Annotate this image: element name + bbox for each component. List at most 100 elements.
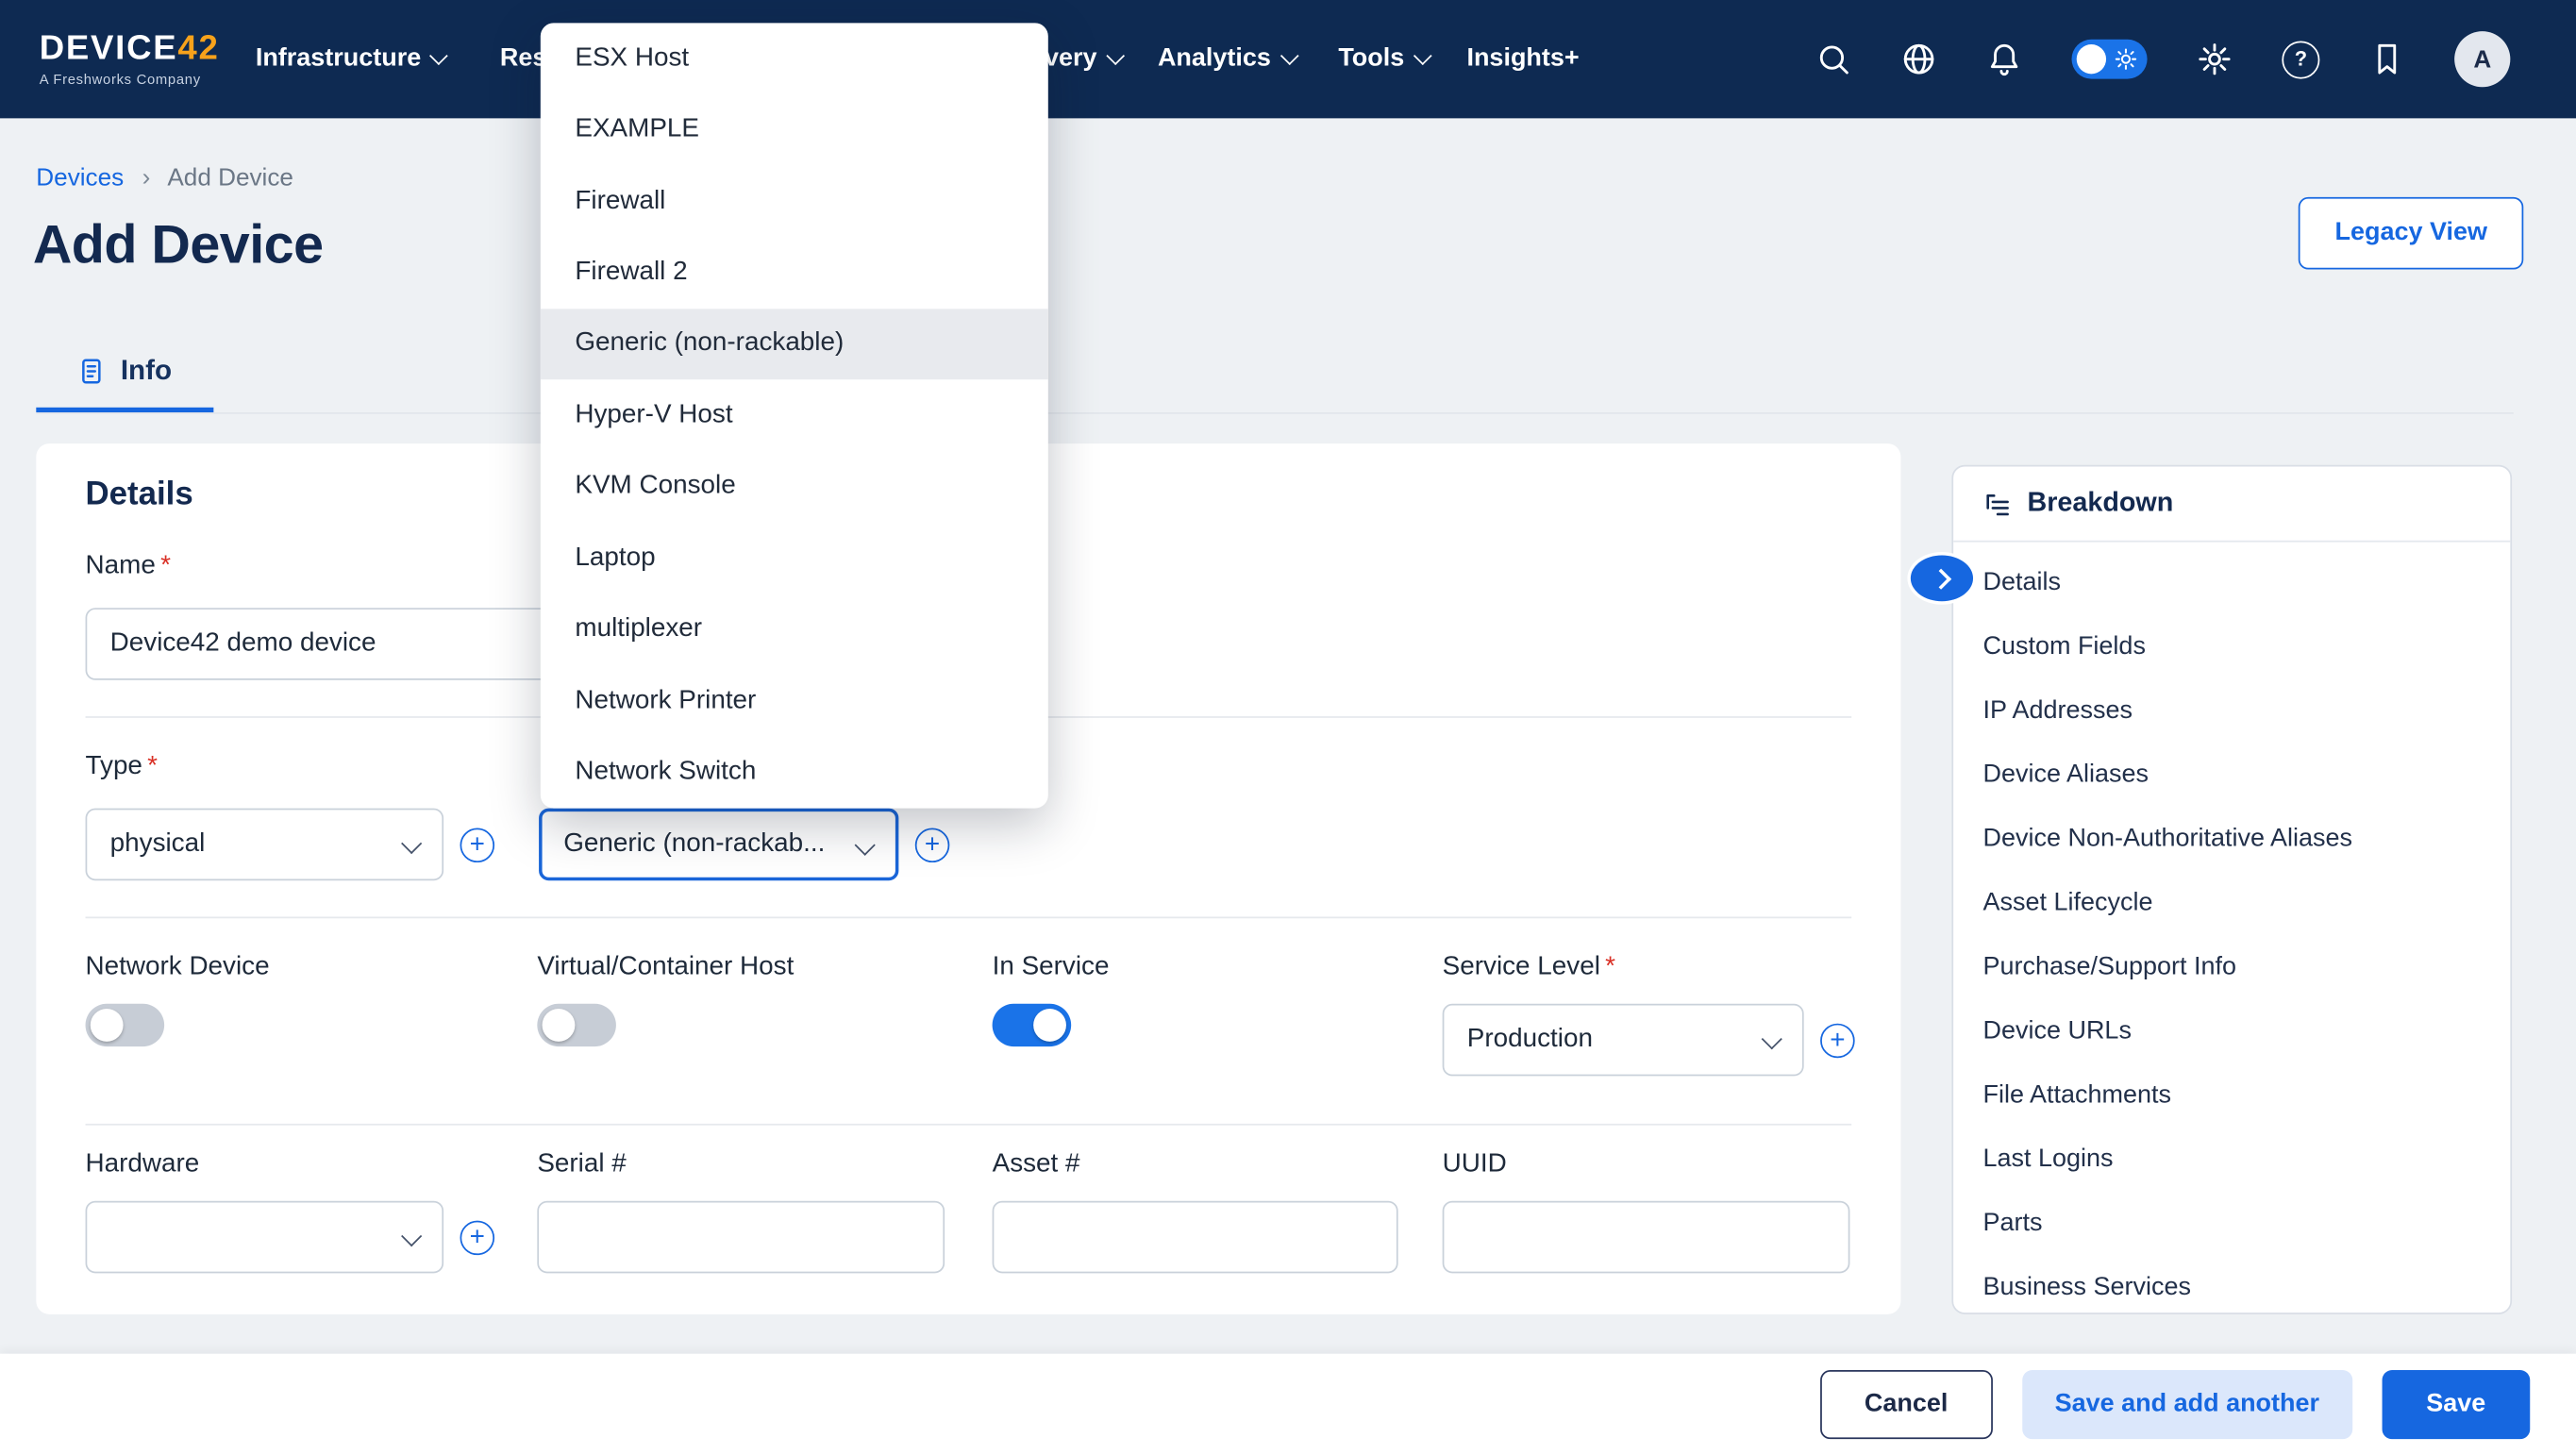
breakdown-item[interactable]: Asset Lifecycle xyxy=(1953,871,2510,935)
service-level-value: Production xyxy=(1467,1025,1593,1054)
breakdown-item[interactable]: Device Non-Authoritative Aliases xyxy=(1953,807,2510,871)
uuid-input[interactable] xyxy=(1443,1201,1850,1274)
dropdown-option-label: EXAMPLE xyxy=(575,115,699,144)
cancel-button[interactable]: Cancel xyxy=(1820,1370,1993,1439)
breakdown-item[interactable]: Device URLs xyxy=(1953,999,2510,1063)
breakdown-item[interactable]: File Attachments xyxy=(1953,1062,2510,1127)
screen: DEVICE42 A Freshworks Company Infrastruc… xyxy=(0,0,2576,1455)
serial-cell: Serial # xyxy=(537,1150,992,1274)
breakdown-panel: Breakdown Details Custom Fields IP Addre… xyxy=(1951,465,2512,1314)
subtype-select[interactable]: Generic (non-rackab... xyxy=(539,809,898,881)
nav-item[interactable]: Tools xyxy=(1338,44,1429,74)
dropdown-option[interactable]: ESX Host xyxy=(541,23,1048,94)
dropdown-option[interactable]: Network Switch xyxy=(541,737,1048,809)
nav-item[interactable]: Infrastructure xyxy=(256,44,446,74)
panel-collapse-button[interactable] xyxy=(1907,552,1976,605)
breakdown-item[interactable]: IP Addresses xyxy=(1953,678,2510,743)
dropdown-option-label: KVM Console xyxy=(575,472,735,501)
logo-accent: 42 xyxy=(177,29,219,67)
dropdown-option[interactable]: Hyper-V Host xyxy=(541,380,1048,452)
footer-action-bar: Cancel Save and add another Save xyxy=(0,1354,2576,1455)
globe-icon[interactable] xyxy=(1900,42,1936,77)
divider xyxy=(86,917,1852,919)
nav-item[interactable]: Analytics xyxy=(1158,44,1296,74)
breakdown-list-icon xyxy=(1982,489,2012,518)
breadcrumb-devices-link[interactable]: Devices xyxy=(36,164,124,192)
add-hardware-button[interactable]: + xyxy=(460,1220,494,1255)
dropdown-option[interactable]: Laptop xyxy=(541,523,1048,594)
dropdown-option-label: Network Printer xyxy=(575,686,756,715)
breakdown-item[interactable]: Device Aliases xyxy=(1953,743,2510,807)
type-row: physical + Generic (non-rackab... + xyxy=(86,809,950,881)
breakdown-item[interactable]: Custom Fields xyxy=(1953,614,2510,678)
asset-cell: Asset # xyxy=(993,1150,1443,1274)
nav-item[interactable]: Insights+ xyxy=(1466,44,1579,74)
in-service-toggle[interactable] xyxy=(993,1004,1072,1046)
chevron-down-icon xyxy=(855,835,876,856)
dropdown-option[interactable]: Firewall xyxy=(541,166,1048,238)
asset-input[interactable] xyxy=(993,1201,1398,1274)
legacy-view-button[interactable]: Legacy View xyxy=(2299,197,2523,270)
bookmark-icon[interactable] xyxy=(2369,42,2405,77)
dropdown-option[interactable]: multiplexer xyxy=(541,594,1048,665)
virtual-host-toggle[interactable] xyxy=(537,1004,616,1046)
breakdown-item[interactable]: Business Services xyxy=(1953,1255,2510,1314)
logo-text: DEVICE42 xyxy=(40,31,220,67)
nav-item-label: Analytics xyxy=(1158,44,1271,74)
save-button[interactable]: Save xyxy=(2382,1370,2530,1439)
breakdown-item-label: Custom Fields xyxy=(1982,631,2145,661)
breakdown-item-label: Parts xyxy=(1982,1209,2042,1238)
hardware-select[interactable] xyxy=(86,1201,444,1274)
add-subtype-button[interactable]: + xyxy=(915,828,950,862)
add-type-button[interactable]: + xyxy=(460,828,494,862)
tab-info[interactable]: Info xyxy=(36,335,213,412)
breakdown-header: Breakdown xyxy=(1953,466,2510,542)
breakdown-item[interactable]: Parts xyxy=(1953,1191,2510,1255)
device42-logo[interactable]: DEVICE42 A Freshworks Company xyxy=(40,31,220,87)
subtype-select-value: Generic (non-rackab... xyxy=(563,829,825,859)
help-icon[interactable]: ? xyxy=(2282,41,2319,78)
notifications-icon[interactable] xyxy=(1986,42,2022,77)
name-label: Name* xyxy=(86,552,171,581)
breakdown-item[interactable]: Last Logins xyxy=(1953,1127,2510,1191)
network-device-toggle[interactable] xyxy=(86,1004,165,1046)
sun-icon xyxy=(2115,47,2137,78)
chevron-down-icon xyxy=(1106,46,1125,65)
breadcrumb-current: Add Device xyxy=(167,164,293,192)
settings-gear-icon[interactable] xyxy=(2197,42,2233,77)
dropdown-option[interactable]: Network Printer xyxy=(541,665,1048,737)
network-device-label: Network Device xyxy=(86,953,538,982)
breakdown-item[interactable]: Details xyxy=(1953,550,2510,614)
type-select[interactable]: physical xyxy=(86,809,444,881)
virtual-host-label: Virtual/Container Host xyxy=(537,953,992,982)
search-icon[interactable] xyxy=(1815,42,1851,77)
breakdown-item-label: Asset Lifecycle xyxy=(1982,888,2152,917)
breakdown-item-label: Purchase/Support Info xyxy=(1982,952,2236,981)
dropdown-option[interactable]: EXAMPLE xyxy=(541,94,1048,166)
breakdown-list: Details Custom Fields IP Addresses Devic… xyxy=(1953,543,2510,1314)
nav-item-label: Infrastructure xyxy=(256,44,421,74)
dropdown-option[interactable]: Generic (non-rackable) xyxy=(541,309,1048,380)
serial-input[interactable] xyxy=(537,1201,945,1274)
logo-tagline: A Freshworks Company xyxy=(40,71,220,87)
breakdown-item[interactable]: Purchase/Support Info xyxy=(1953,935,2510,999)
avatar-initial: A xyxy=(2473,45,2491,74)
user-avatar[interactable]: A xyxy=(2454,31,2510,87)
toggle-knob xyxy=(543,1009,576,1042)
type-label: Type* xyxy=(86,752,158,781)
dropdown-option[interactable]: KVM Console xyxy=(541,451,1048,523)
toggle-knob xyxy=(91,1009,124,1042)
dropdown-option[interactable]: Firewall 2 xyxy=(541,237,1048,309)
breakdown-item-label: IP Addresses xyxy=(1982,695,2133,725)
chevron-down-icon xyxy=(1280,46,1298,65)
save-and-add-another-button[interactable]: Save and add another xyxy=(2022,1370,2352,1439)
theme-toggle-knob xyxy=(2077,44,2106,74)
section-title: Details xyxy=(86,477,193,514)
theme-toggle[interactable] xyxy=(2071,40,2147,79)
uuid-label: UUID xyxy=(1443,1150,1852,1179)
dropdown-option-label: multiplexer xyxy=(575,615,702,644)
service-level-select[interactable]: Production xyxy=(1443,1004,1804,1077)
breakdown-item-label: Device URLs xyxy=(1982,1016,2131,1045)
help-glyph: ? xyxy=(2295,47,2307,70)
add-service-level-button[interactable]: + xyxy=(1820,1023,1855,1058)
